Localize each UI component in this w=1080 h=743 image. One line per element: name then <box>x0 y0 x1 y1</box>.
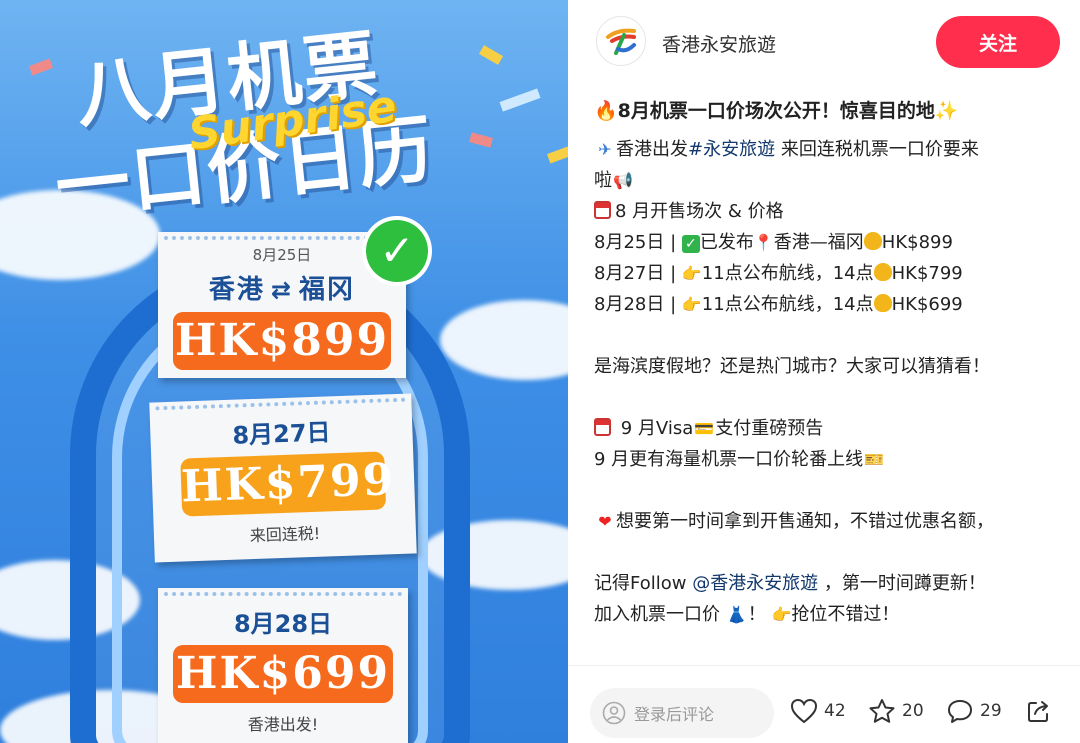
follow-button[interactable]: 关注 <box>936 16 1060 68</box>
calendar-icon <box>594 418 611 436</box>
pin-icon: 📍 <box>753 233 774 252</box>
comment-button[interactable]: 29 <box>946 698 1002 724</box>
text-segment: 已发布 <box>699 232 754 253</box>
airplane-icon: ✈ <box>598 140 612 159</box>
text-segment: 记得Follow <box>594 573 693 594</box>
post-line: 啦📢 <box>594 165 1064 196</box>
text-segment: ，第一时间蹲更新！ <box>818 573 986 594</box>
checkmark-icon: ✓ <box>366 220 428 282</box>
heart-outline-icon <box>790 698 818 724</box>
moneybag-icon <box>873 294 892 312</box>
brand-logo-icon <box>606 28 636 55</box>
text-segment: 香港出发 <box>616 139 688 160</box>
calendar-icon <box>594 201 611 219</box>
author-avatar[interactable] <box>596 16 646 66</box>
text-segment: HK$799 <box>891 263 963 284</box>
text-segment: 想要第一时间拿到开售通知，不错过优惠名额， <box>616 511 994 532</box>
post-line: ✈ 香港出发#永安旅遊 来回连税机票一口价要来 <box>594 134 1064 165</box>
post-line: 记得Follow @香港永安旅遊 ，第一时间蹲更新！ <box>594 568 1064 599</box>
credit-card-icon: 💳 <box>694 419 715 438</box>
post-content: 🔥8月机票一口价场次公开！惊喜目的地✨ ✈ 香港出发#永安旅遊 来回连税机票一口价… <box>594 96 1064 630</box>
engagement-bar: 登录后评论 42 20 29 <box>568 665 1080 743</box>
post-title: 🔥8月机票一口价场次公开！惊喜目的地✨ <box>594 100 959 122</box>
ticket-price: HK$799 <box>180 451 396 517</box>
heart-icon: ❤ <box>598 512 612 531</box>
swap-arrow-icon: ⇄ <box>270 276 294 304</box>
like-count: 42 <box>824 701 846 721</box>
post-line: 8月25日 | ✓ 已发布📍香港—福冈 HK$899 <box>594 232 953 253</box>
post-line: 9 月更有海量机票一口价轮番上线🎫 <box>594 444 1064 475</box>
text-segment: 8 月开售场次 & 价格 <box>615 201 784 222</box>
share-icon <box>1028 701 1048 722</box>
ticket-note: 来回连税! <box>249 523 321 546</box>
comment-input[interactable]: 登录后评论 <box>590 688 774 738</box>
moneybag-icon <box>873 263 892 281</box>
confetti-decoration <box>499 88 541 112</box>
megaphone-icon: 📢 <box>613 171 633 190</box>
ticket-price: HK$699 <box>173 645 393 703</box>
text-segment: 8月28日 <box>594 294 665 315</box>
text-segment: 8月27日 <box>594 263 665 284</box>
post-line: ❤ 想要第一时间拿到开售通知，不错过优惠名额， <box>594 506 1064 537</box>
ticket-price: HK$899 <box>172 312 392 370</box>
text-segment: HK$899 <box>881 232 953 253</box>
comment-count: 29 <box>980 701 1002 721</box>
ticket-icon: 🎫 <box>864 450 885 469</box>
text-segment: 香港—福冈 <box>773 232 864 253</box>
route-to: 福冈 <box>299 275 356 305</box>
dress-icon: 👗 <box>726 605 747 624</box>
share-button[interactable] <box>1026 698 1058 724</box>
favorite-button[interactable]: 20 <box>868 698 924 724</box>
text-segment: 9 月更有海量机票一口价轮番上线 <box>594 449 864 470</box>
cloud-decoration <box>440 300 568 380</box>
pointing-hand-icon: 👉 <box>681 264 702 283</box>
author-name[interactable]: 香港永安旅遊 <box>662 30 776 57</box>
text-segment: 抢位不错过！ <box>791 604 900 625</box>
post-line: 加入机票一口价 👗！ 👉抢位不错过！ <box>594 599 1064 630</box>
post-image-poster[interactable]: 八月机票 一口价日历 Surprise 8月25日 香港 ⇄ 福冈 HK$899 ✓… <box>0 0 568 743</box>
pointing-hand-icon: 👉 <box>681 295 702 314</box>
text-segment: 啦 <box>594 170 612 191</box>
post-header: 香港永安旅遊 关注 <box>568 0 1080 84</box>
ticket-date: 8月28日 <box>233 610 333 638</box>
user-icon <box>602 701 626 725</box>
checkbox-icon: ✓ <box>681 235 700 253</box>
mention-link[interactable]: @香港永安旅遊 <box>692 573 818 594</box>
favorite-count: 20 <box>902 701 924 721</box>
text-segment: 9 月Visa <box>615 418 694 439</box>
text-segment: 加入机票一口价 <box>594 604 726 625</box>
text-segment: HK$699 <box>891 294 963 315</box>
pointing-hand-icon: 👉 <box>771 605 792 624</box>
post-line: 9 月Visa💳支付重磅预告 <box>594 413 1064 444</box>
star-outline-icon <box>869 699 895 723</box>
comment-placeholder: 登录后评论 <box>634 705 715 724</box>
text-segment: 11点公布航线，14点 <box>701 263 874 284</box>
post-line: 8月27日 | 👉11点公布航线，14点 HK$799 <box>594 263 963 284</box>
post-line: 8 月开售场次 & 价格 <box>594 196 1064 227</box>
confetti-decoration <box>478 45 504 65</box>
like-button[interactable]: 42 <box>790 698 846 724</box>
text-segment: 8月25日 <box>594 232 665 253</box>
post-line: 是海滨度假地？还是热门城市？大家可以猜猜看！ <box>594 356 990 377</box>
text-segment: 来回连税机票一口价要来 <box>775 139 979 160</box>
ticket-date: 8月27日 <box>231 418 331 450</box>
text-segment: 11点公布航线，14点 <box>701 294 874 315</box>
post-line: 8月28日 | 👉11点公布航线，14点 HK$699 <box>594 294 963 315</box>
ticket-note: 香港出发! <box>247 715 319 734</box>
moneybag-icon <box>863 232 882 250</box>
comment-bubble-icon <box>948 700 972 723</box>
post-detail-panel: 香港永安旅遊 关注 🔥8月机票一口价场次公开！惊喜目的地✨ ✈ 香港出发#永安旅遊… <box>568 0 1080 743</box>
route-from: 香港 <box>208 275 265 305</box>
hashtag-link[interactable]: #永安旅遊 <box>688 139 775 160</box>
confetti-decoration <box>28 58 54 76</box>
confetti-decoration <box>546 146 568 164</box>
ticket-aug27: 8月27日 HK$799 来回连税! <box>149 393 417 563</box>
ticket-route: 香港 ⇄ 福冈 <box>158 269 406 306</box>
ticket-aug28: 8月28日 HK$699 香港出发! <box>158 588 408 743</box>
text-segment: 支付重磅预告 <box>715 418 824 439</box>
